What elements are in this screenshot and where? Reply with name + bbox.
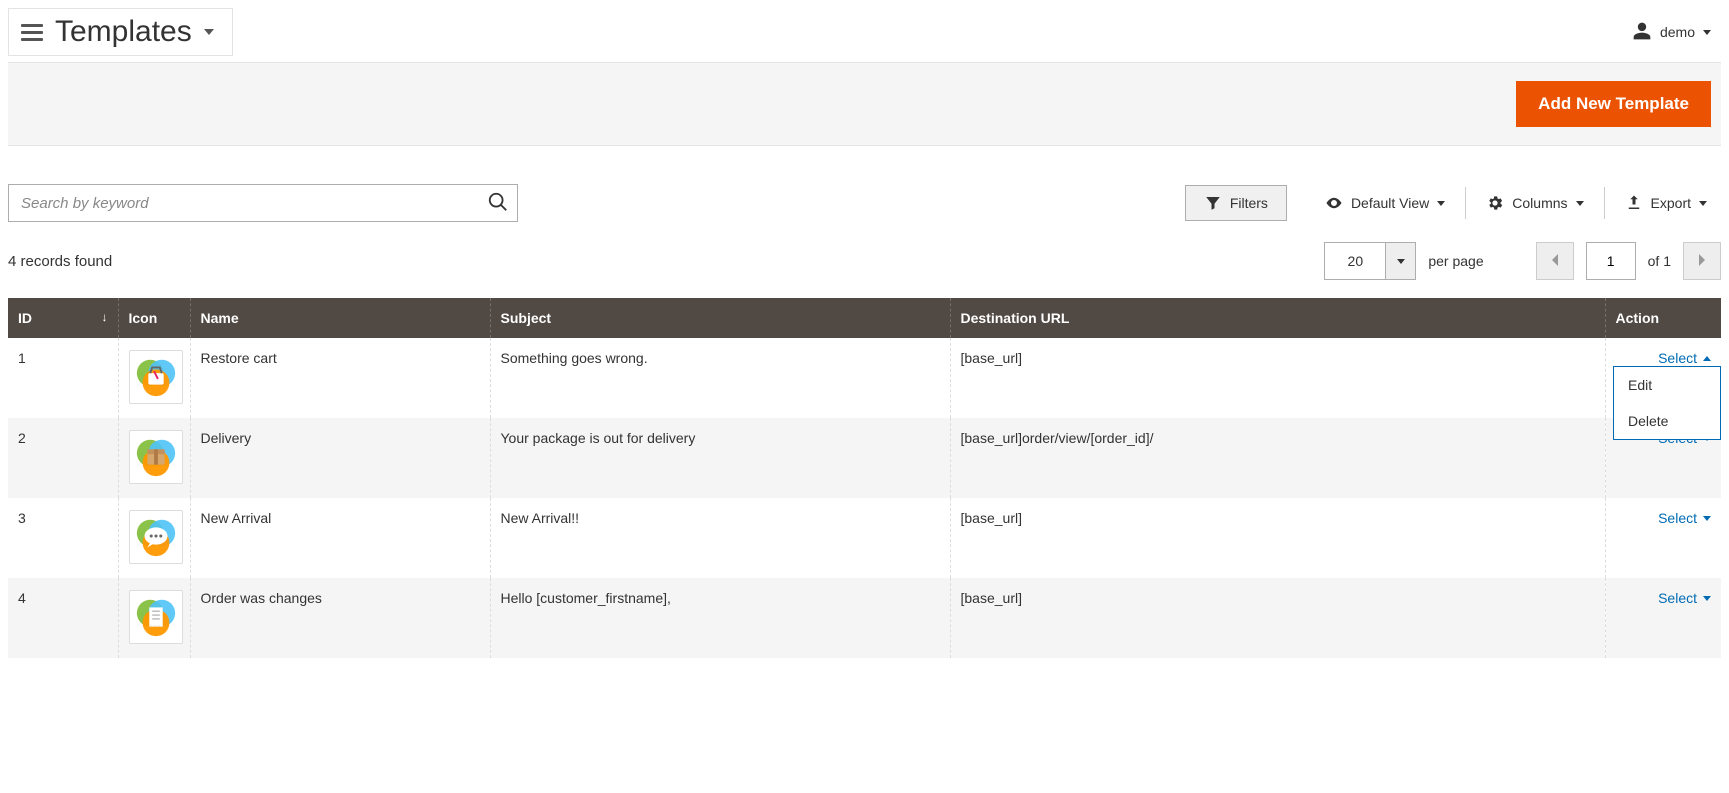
cell-id: 3 xyxy=(8,498,118,578)
search-icon xyxy=(487,191,509,216)
filters-label: Filters xyxy=(1230,195,1268,211)
per-page-label: per page xyxy=(1428,253,1483,269)
search-button[interactable] xyxy=(482,187,514,219)
table-row[interactable]: 1 Restore cartSomething goes wrong.[base_… xyxy=(8,338,1721,418)
columns-button[interactable]: Columns xyxy=(1472,186,1597,220)
user-name: demo xyxy=(1660,24,1695,40)
default-view-label: Default View xyxy=(1351,195,1429,211)
title-caret-icon xyxy=(204,29,214,35)
caret-down-icon xyxy=(1703,516,1711,521)
cell-destination-url: [base_url]order/view/[order_id]/ xyxy=(950,418,1605,498)
funnel-icon xyxy=(1204,194,1222,212)
records-found: 4 records found xyxy=(8,253,112,270)
sort-arrow-icon: ↓ xyxy=(102,310,108,324)
col-header-destination-url[interactable]: Destination URL xyxy=(950,298,1605,338)
table-row[interactable]: 2 DeliveryYour package is out for deliver… xyxy=(8,418,1721,498)
default-view-button[interactable]: Default View xyxy=(1311,186,1459,220)
action-select[interactable]: Select xyxy=(1658,510,1711,526)
per-page-select[interactable]: 20 xyxy=(1324,242,1416,280)
cell-action: SelectEditDelete xyxy=(1605,338,1721,418)
cell-icon xyxy=(118,578,190,658)
gear-icon xyxy=(1486,194,1504,212)
cell-id: 2 xyxy=(8,418,118,498)
caret-down-icon xyxy=(1703,596,1711,601)
cell-id: 4 xyxy=(8,578,118,658)
col-header-id[interactable]: ID ↓ xyxy=(8,298,118,338)
action-delete[interactable]: Delete xyxy=(1614,403,1720,439)
cell-name: New Arrival xyxy=(190,498,490,578)
cell-name: Restore cart xyxy=(190,338,490,418)
cell-action: Select xyxy=(1605,578,1721,658)
caret-down-icon xyxy=(1437,201,1445,206)
receipt-icon xyxy=(129,590,183,644)
cell-subject: Your package is out for delivery xyxy=(490,418,950,498)
cell-destination-url: [base_url] xyxy=(950,498,1605,578)
chat-icon xyxy=(129,510,183,564)
table-row[interactable]: 3 New ArrivalNew Arrival!![base_url] Selec… xyxy=(8,498,1721,578)
caret-down-icon xyxy=(1699,201,1707,206)
columns-label: Columns xyxy=(1512,195,1567,211)
col-header-icon[interactable]: Icon xyxy=(118,298,190,338)
action-menu: EditDelete xyxy=(1613,366,1721,440)
user-icon xyxy=(1632,21,1652,44)
separator xyxy=(1465,187,1466,219)
cart-icon xyxy=(129,350,183,404)
page-title-group[interactable]: Templates xyxy=(8,8,233,56)
per-page-dropdown-button[interactable] xyxy=(1385,243,1415,279)
pagination: 20 per page of 1 xyxy=(1324,242,1721,280)
search-box xyxy=(8,184,518,222)
cell-icon xyxy=(118,418,190,498)
action-edit[interactable]: Edit xyxy=(1614,367,1720,403)
page-next-button[interactable] xyxy=(1683,242,1721,280)
col-header-name[interactable]: Name xyxy=(190,298,490,338)
caret-up-icon xyxy=(1703,356,1711,361)
package-icon xyxy=(129,430,183,484)
cell-icon xyxy=(118,338,190,418)
cell-destination-url: [base_url] xyxy=(950,578,1605,658)
caret-down-icon xyxy=(1397,259,1405,264)
cell-destination-url: [base_url] xyxy=(950,338,1605,418)
page-title: Templates xyxy=(55,15,192,49)
cell-subject: Something goes wrong. xyxy=(490,338,950,418)
cell-name: Order was changes xyxy=(190,578,490,658)
templates-table: ID ↓ Icon Name Subject Destination URL A… xyxy=(8,298,1721,658)
cell-name: Delivery xyxy=(190,418,490,498)
action-bar: Add New Template xyxy=(8,62,1721,146)
separator xyxy=(1604,187,1605,219)
export-button[interactable]: Export xyxy=(1611,186,1721,220)
export-icon xyxy=(1625,194,1643,212)
chevron-left-icon xyxy=(1550,253,1560,270)
filters-button[interactable]: Filters xyxy=(1185,185,1287,221)
user-menu[interactable]: demo xyxy=(1632,21,1721,44)
cell-icon xyxy=(118,498,190,578)
add-new-template-button[interactable]: Add New Template xyxy=(1516,81,1711,127)
cell-id: 1 xyxy=(8,338,118,418)
eye-icon xyxy=(1325,194,1343,212)
cell-subject: New Arrival!! xyxy=(490,498,950,578)
chevron-right-icon xyxy=(1697,253,1707,270)
page-prev-button[interactable] xyxy=(1536,242,1574,280)
table-row[interactable]: 4 Order was changesHello [customer_firstn… xyxy=(8,578,1721,658)
export-label: Export xyxy=(1651,195,1691,211)
action-select[interactable]: Select xyxy=(1658,350,1711,366)
page-of-total: of 1 xyxy=(1648,253,1671,269)
cell-action: Select xyxy=(1605,498,1721,578)
cell-subject: Hello [customer_firstname], xyxy=(490,578,950,658)
search-input[interactable] xyxy=(8,184,518,222)
action-select[interactable]: Select xyxy=(1658,590,1711,606)
toolbar-group: Filters Default View Columns Export xyxy=(1185,185,1721,221)
col-header-action[interactable]: Action xyxy=(1605,298,1721,338)
col-header-subject[interactable]: Subject xyxy=(490,298,950,338)
menu-icon[interactable] xyxy=(21,24,43,41)
caret-down-icon xyxy=(1576,201,1584,206)
page-input[interactable] xyxy=(1586,242,1636,280)
caret-down-icon xyxy=(1703,30,1711,35)
per-page-value: 20 xyxy=(1325,243,1385,279)
